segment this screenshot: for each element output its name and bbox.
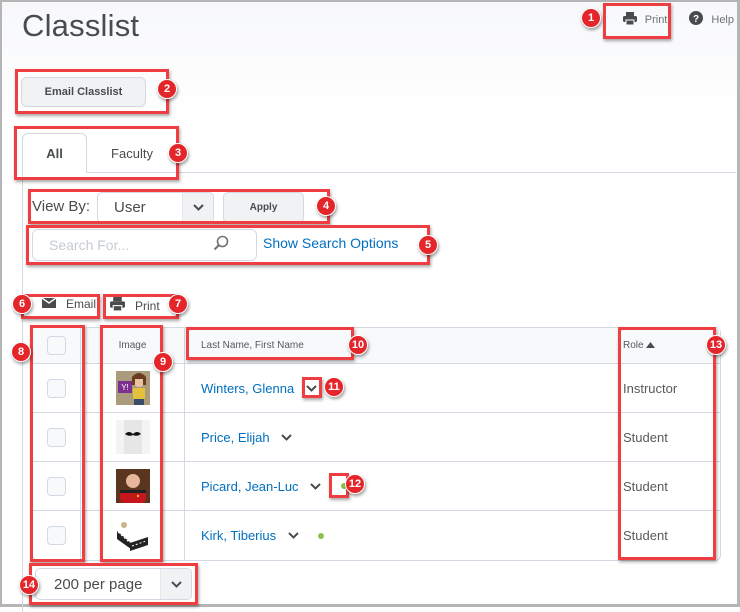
select-all-checkbox[interactable]: [47, 336, 66, 355]
view-by-label: View By:: [32, 198, 91, 215]
row-checkbox[interactable]: [47, 427, 66, 447]
table-row: Picard, Jean-Luc Student: [33, 462, 720, 511]
image-header: Image: [81, 328, 185, 364]
search-input[interactable]: [33, 236, 213, 254]
user-name-link[interactable]: Kirk, Tiberius: [201, 528, 276, 543]
chevron-down-icon[interactable]: [280, 430, 294, 444]
name-header[interactable]: Last Name, First Name: [185, 328, 608, 364]
per-page-value: 200 per page: [54, 575, 143, 593]
role-header[interactable]: Role: [608, 328, 720, 364]
search-icon[interactable]: [213, 235, 229, 256]
apply-button[interactable]: Apply: [223, 192, 304, 223]
user-name-link[interactable]: Picard, Jean-Luc: [201, 479, 299, 494]
user-name-link[interactable]: Winters, Glenna: [201, 381, 294, 396]
chevron-down-icon[interactable]: [286, 529, 300, 543]
chevron-down-icon[interactable]: [309, 479, 323, 493]
help-link[interactable]: ? Help: [689, 11, 734, 28]
row-checkbox[interactable]: [47, 476, 66, 496]
chevron-down-icon: [182, 193, 213, 222]
email-label: Email: [66, 297, 97, 311]
role-header-label[interactable]: Role: [623, 340, 644, 351]
help-label: Help: [711, 13, 734, 26]
page-print-link[interactable]: Print: [622, 11, 668, 28]
print-selected-button[interactable]: Print: [110, 297, 160, 314]
top-links: Print ? Help: [622, 11, 734, 28]
row-checkbox[interactable]: [47, 378, 66, 398]
row-checkbox[interactable]: [47, 526, 66, 545]
tab-all[interactable]: All: [22, 133, 87, 173]
tab-divider: [175, 172, 736, 173]
chevron-down-icon: [160, 569, 191, 599]
avatar: [115, 420, 150, 454]
select-all-header: [33, 328, 81, 364]
tab-faculty[interactable]: Faculty: [87, 133, 177, 173]
printer-icon: [110, 297, 125, 314]
help-icon: ?: [689, 11, 704, 28]
user-name-link[interactable]: Price, Elijah: [201, 430, 270, 445]
printer-icon: [622, 11, 637, 28]
email-selected-button[interactable]: Email: [41, 297, 97, 311]
table-row: Y! Winters, Glenna Instructor: [33, 364, 720, 413]
avatar: Y!: [115, 371, 150, 405]
page-title: Classlist: [22, 8, 140, 43]
table-row: Price, Elijah Student: [33, 413, 720, 462]
tab-bar: All Faculty: [22, 133, 177, 173]
email-classlist-button[interactable]: Email Classlist: [21, 77, 146, 107]
print-label: Print: [135, 298, 160, 313]
view-by-value: User: [114, 199, 146, 216]
classlist-table: Image Last Name, First Name Role Y! Wint…: [32, 327, 721, 561]
role-cell: Student: [608, 413, 720, 462]
avatar: [115, 469, 150, 503]
svg-text:Y!: Y!: [121, 383, 129, 392]
table-row: Kirk, Tiberius Student: [33, 511, 720, 560]
chevron-down-icon[interactable]: [304, 381, 318, 395]
sort-ascending-icon: [646, 340, 656, 351]
view-by-select[interactable]: User: [97, 192, 214, 223]
show-search-options-link[interactable]: Show Search Options: [263, 235, 398, 251]
print-label: Print: [644, 13, 668, 26]
table-header-row: Image Last Name, First Name Role: [33, 328, 720, 364]
role-cell: Student: [608, 462, 720, 511]
role-cell: Student: [623, 528, 668, 543]
online-status-indicator: [340, 483, 347, 489]
per-page-select[interactable]: 200 per page: [35, 568, 192, 600]
avatar: [115, 518, 150, 553]
svg-text:?: ?: [693, 14, 699, 25]
search-box: [32, 229, 257, 261]
envelope-icon: [41, 297, 57, 311]
role-cell: Instructor: [608, 364, 720, 413]
online-status-indicator: [318, 532, 325, 539]
name-header-label[interactable]: Last Name, First Name: [201, 340, 304, 351]
